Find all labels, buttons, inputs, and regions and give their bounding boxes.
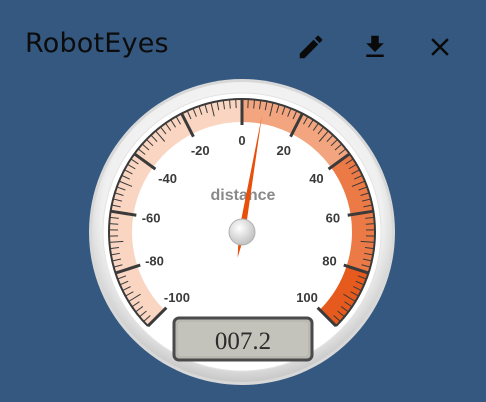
gauge-minor-tick xyxy=(109,223,119,225)
gauge-minor-tick xyxy=(365,223,375,225)
gauge-tick-label: 100 xyxy=(296,290,318,305)
gauge-tick-label: 40 xyxy=(309,171,323,186)
gauge-hub xyxy=(228,218,256,246)
distance-gauge: -100 -80 -60 -40 -20 0 20 40 60 80 100 distance 00… xyxy=(89,79,395,385)
gauge-label: distance xyxy=(211,187,276,204)
gauge-widget: -100 -80 -60 -40 -20 0 20 40 60 80 100 distance 00… xyxy=(0,0,486,402)
gauge-tick-label: 20 xyxy=(277,143,291,158)
gauge-tick-label: 60 xyxy=(326,211,340,226)
value-display: 007.2 xyxy=(215,328,271,355)
gauge-tick-label: -20 xyxy=(191,143,210,158)
gauge-tick-label: -80 xyxy=(145,253,164,268)
gauge-tick-label: -100 xyxy=(164,290,190,305)
gauge-tick-label: -60 xyxy=(142,211,161,226)
gauge-tick-label: -40 xyxy=(158,171,177,186)
gauge-tick-label: 0 xyxy=(238,133,245,148)
gauge-tick-label: 80 xyxy=(322,253,336,268)
